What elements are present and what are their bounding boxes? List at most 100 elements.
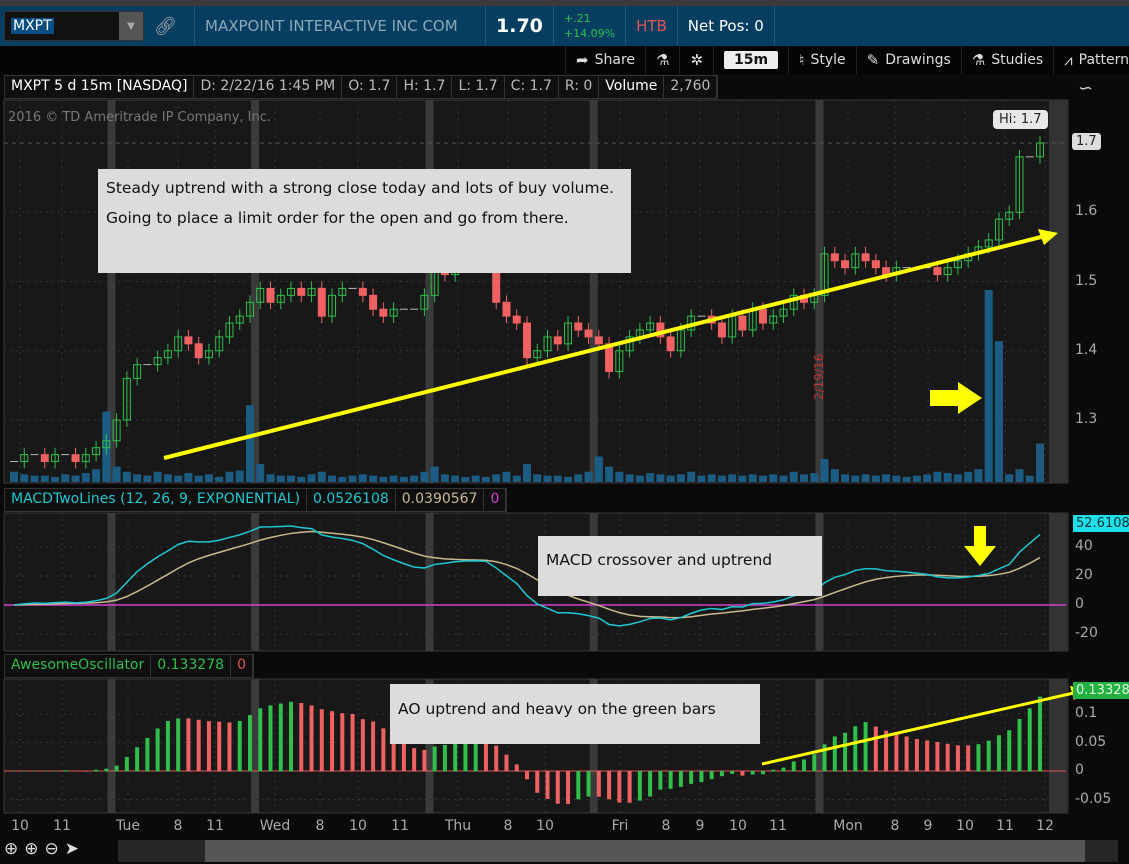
volume-bar (10, 471, 18, 482)
ao-bar (401, 742, 406, 772)
ao-bar (381, 728, 386, 772)
ao-bar (104, 768, 109, 772)
candle-down (369, 294, 378, 310)
volume-bar (912, 475, 921, 482)
crosshair-icon[interactable]: ⊕ (4, 839, 18, 859)
volume-bar (1015, 469, 1024, 482)
ao-bar (258, 708, 263, 772)
ao-bar (63, 770, 68, 772)
volume-bar (882, 474, 891, 482)
ao-bar (771, 769, 776, 772)
ao-bar (145, 737, 150, 772)
ao-bar (843, 732, 848, 772)
candle-down (758, 308, 767, 324)
time-axis-label: Mon (833, 818, 863, 834)
candle-down (861, 253, 870, 262)
candle-down (502, 301, 511, 317)
volume-bar (635, 475, 644, 482)
volume-bar (984, 290, 993, 482)
volume-bar (543, 475, 552, 482)
ao-bar (596, 771, 601, 797)
time-axis-label: 10 (349, 818, 367, 834)
volume-bar (769, 474, 778, 482)
volume-bar (430, 466, 439, 482)
ao-bar (1038, 696, 1042, 772)
ao-bar (278, 703, 283, 772)
ao-bar (812, 754, 817, 772)
session-break (251, 513, 260, 651)
ao-bar (165, 721, 170, 772)
candle-down (266, 287, 275, 303)
zoom-in-icon[interactable]: ⊕ (24, 839, 38, 859)
time-axis-label: 11 (769, 818, 787, 834)
time-axis-label: Tue (116, 818, 140, 834)
volume-bar (420, 471, 429, 482)
volume-bar (758, 475, 767, 482)
volume-bar (707, 474, 716, 482)
ao-bar (781, 767, 786, 772)
ao-bar (340, 713, 345, 772)
session-break (589, 100, 598, 483)
scrollbar-thumb[interactable] (205, 840, 1085, 862)
candle-down (194, 343, 203, 359)
ao-bar (237, 720, 242, 772)
volume-bar (512, 475, 521, 482)
time-axis-label: 11 (996, 818, 1014, 834)
ao-bar (53, 771, 58, 772)
ao-bar (555, 771, 560, 804)
ao-bar (217, 721, 222, 772)
volume-bar (51, 476, 60, 482)
volume-bar (461, 476, 470, 482)
volume-bar (410, 475, 419, 482)
volume-bar (820, 458, 829, 482)
session-break (107, 679, 116, 813)
candle-down (841, 260, 850, 269)
ao-bar (319, 709, 324, 772)
volume-bar (440, 474, 449, 482)
ao-bar (863, 722, 868, 772)
price-annotation: Steady uptrend with a strong close today… (98, 169, 631, 273)
ao-bar (432, 746, 437, 772)
price-tick: 1.4 (1075, 341, 1098, 358)
volume-bar (112, 466, 121, 482)
ao-bar (514, 764, 519, 772)
volume-bar (717, 475, 726, 482)
macd-avg: 0.0390567 (396, 489, 485, 511)
volume-bar (348, 475, 357, 482)
ao-bar (176, 718, 181, 772)
volume-bar (656, 474, 665, 482)
ao-bar (135, 747, 140, 772)
ao-bar (986, 740, 991, 772)
ao-header: AwesomeOscillator 0.133278 0 (4, 654, 254, 678)
volume-bar (584, 471, 593, 482)
ao-bar (371, 721, 376, 772)
ao-bar (699, 771, 704, 783)
ao-bar (494, 745, 499, 772)
macd-value: 0.0526108 (307, 489, 396, 511)
candle-down (933, 267, 942, 276)
ao-bar (422, 749, 427, 772)
time-axis-label: 9 (695, 818, 705, 834)
pointer-icon[interactable]: ➤ (65, 839, 79, 859)
ao-bar (791, 761, 796, 772)
ao-bar (196, 719, 201, 772)
volume-bar (666, 475, 675, 482)
ao-bar (535, 771, 540, 793)
ao-bar (617, 771, 622, 803)
high-label: Hi: 1.7 (993, 110, 1048, 129)
time-axis-label: Thu (444, 818, 472, 834)
pane-frame (3, 512, 1069, 652)
volume-bar (943, 473, 952, 482)
volume-bar (317, 471, 326, 482)
time-axis-label: 11 (206, 818, 224, 834)
macd-header: MACDTwoLines (12, 26, 9, EXPONENTIAL) 0.… (4, 488, 508, 512)
ao-bar (22, 771, 27, 772)
volume-bar (163, 474, 172, 482)
volume-bar (964, 471, 973, 482)
zoom-out-icon[interactable]: ⊖ (45, 839, 59, 859)
time-axis-label: 10 (956, 818, 974, 834)
ao-bar (360, 719, 365, 772)
volume-bar (728, 474, 737, 482)
candle-down (717, 322, 726, 338)
candle-down (594, 336, 603, 345)
